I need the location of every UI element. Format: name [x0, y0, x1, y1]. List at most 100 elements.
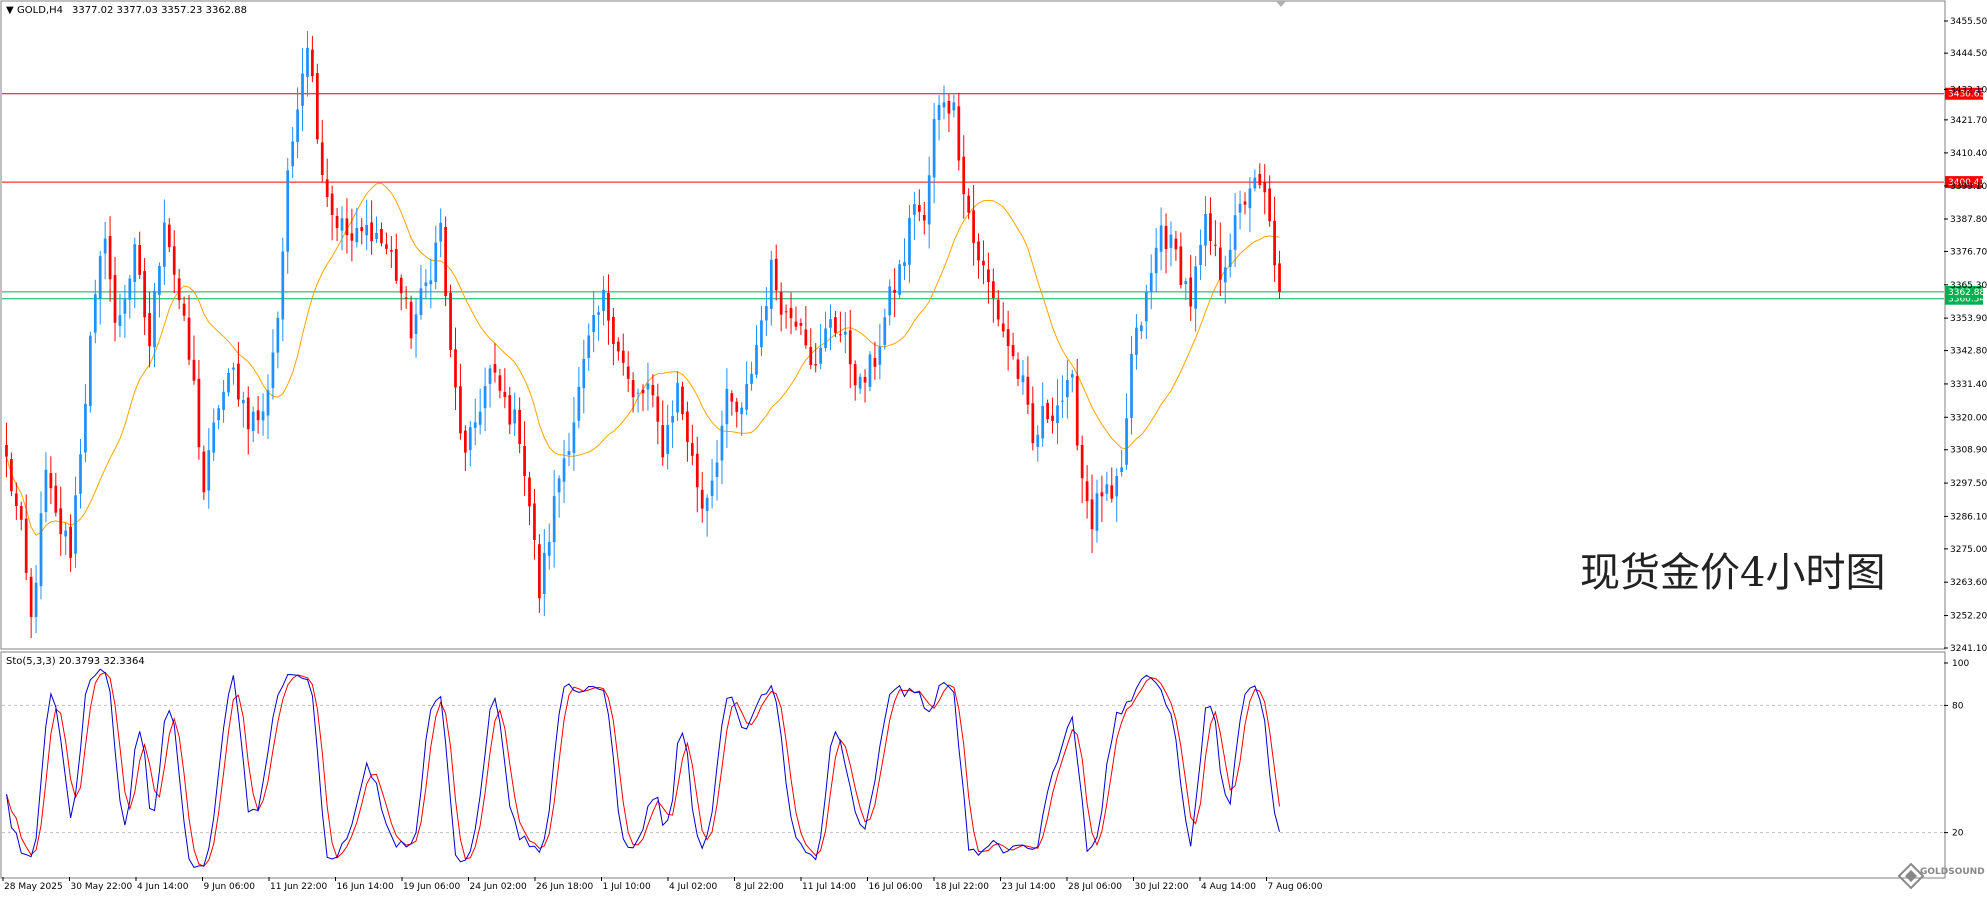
stoch-tick-label: 20	[1952, 829, 1964, 839]
price-tick-label: 3432.10	[1950, 85, 1987, 95]
candle-body	[311, 49, 314, 77]
header-arrow-icon[interactable]: ▼	[6, 5, 14, 16]
candle-body	[286, 170, 290, 252]
candle[interactable]	[449, 284, 452, 358]
price-tick-label: 3342.80	[1950, 347, 1987, 357]
time-tick-label: 4 Jul 02:00	[669, 882, 718, 892]
candle-body	[59, 508, 63, 535]
candle-body	[962, 156, 966, 195]
candle-body	[1061, 400, 1064, 402]
time-tick-label: 9 Jun 06:00	[204, 882, 256, 892]
candle-body	[370, 222, 373, 242]
candle-body	[414, 314, 418, 335]
candle[interactable]	[444, 216, 447, 307]
candle-body	[1273, 220, 1276, 266]
candle[interactable]	[202, 445, 206, 500]
time-tick-label: 4 Aug 14:00	[1201, 882, 1256, 892]
candle-body	[621, 350, 625, 363]
candle-body	[345, 218, 349, 236]
candle-body	[1110, 485, 1114, 499]
candle[interactable]	[10, 452, 13, 497]
candle-body	[409, 301, 413, 339]
candle-body	[690, 443, 694, 456]
chart-canvas[interactable]: 3430.633400.413360.543362.88 3455.503444…	[0, 0, 1987, 897]
candle[interactable]	[315, 63, 319, 144]
candle[interactable]	[898, 259, 901, 299]
candle-body	[320, 142, 324, 175]
candle[interactable]	[868, 351, 872, 392]
candle-body	[44, 469, 48, 513]
candle-body	[592, 314, 596, 333]
candle-body	[187, 317, 191, 360]
candle-body	[987, 269, 990, 282]
candle-body	[24, 518, 28, 573]
stoch-tick-label: 80	[1952, 701, 1964, 711]
candle-body	[720, 425, 724, 461]
candle-body	[1120, 467, 1123, 473]
candle-body	[695, 453, 699, 488]
candle-body	[562, 458, 566, 482]
candle-body	[740, 407, 744, 415]
candle-body	[222, 391, 225, 410]
candle-body	[755, 344, 758, 375]
candle-body	[1065, 380, 1069, 398]
candle-body	[538, 544, 541, 599]
candle-body	[937, 104, 941, 121]
candle-body	[1179, 246, 1183, 285]
candle-body	[1080, 444, 1084, 479]
candle-body	[750, 373, 753, 384]
candle-body	[1085, 481, 1089, 502]
candle-body	[1140, 325, 1143, 332]
time-tick-label: 23 Jul 14:00	[1002, 882, 1056, 892]
candle-body	[572, 422, 576, 453]
time-tick-label: 26 Jun 18:00	[536, 882, 593, 892]
candle-body	[774, 258, 778, 291]
candle-body	[64, 530, 68, 537]
candle-body	[1189, 277, 1193, 307]
candle-body	[1115, 476, 1119, 497]
price-tick-label: 3263.60	[1950, 578, 1987, 588]
candle-body	[612, 316, 615, 344]
candle-body	[69, 526, 72, 558]
candle-body	[498, 375, 502, 391]
candle-body	[1051, 415, 1054, 421]
candle-body	[567, 451, 571, 455]
candle-body	[271, 352, 275, 389]
candle-body	[355, 227, 359, 243]
candle-body	[256, 410, 260, 421]
candle-body	[858, 376, 862, 389]
candle-body	[19, 506, 23, 520]
candle-body	[518, 409, 521, 444]
candle-body	[29, 576, 33, 617]
candle-body	[769, 259, 773, 309]
candle-body	[291, 141, 295, 167]
candle-body	[1100, 492, 1104, 497]
price-tick-label: 3297.50	[1950, 479, 1987, 489]
candle[interactable]	[88, 331, 92, 413]
price-tick-label: 3421.70	[1950, 116, 1987, 126]
candle-body	[1135, 327, 1138, 355]
candle-body	[153, 290, 156, 348]
candle-body	[172, 246, 176, 275]
candle-body	[1154, 247, 1158, 274]
candle-body	[434, 242, 438, 283]
candle-body	[158, 265, 161, 295]
candle-body	[251, 411, 255, 431]
candle-body	[671, 415, 674, 423]
candle-body	[93, 294, 97, 333]
candle-body	[843, 331, 847, 335]
candle-body	[1248, 188, 1252, 209]
candle-body	[335, 216, 339, 229]
candle-body	[1095, 493, 1099, 531]
candle-body	[424, 282, 428, 286]
candle-body	[1253, 177, 1257, 189]
candle-body	[1026, 376, 1030, 405]
candle-body	[528, 477, 531, 507]
candle-body	[982, 260, 985, 266]
candle-body	[133, 244, 137, 282]
candle-body	[1184, 281, 1188, 285]
stochastic-panel[interactable]	[0, 651, 1946, 879]
candle-body	[1238, 203, 1242, 213]
candle-body	[1194, 266, 1198, 309]
candle-body	[991, 281, 995, 299]
